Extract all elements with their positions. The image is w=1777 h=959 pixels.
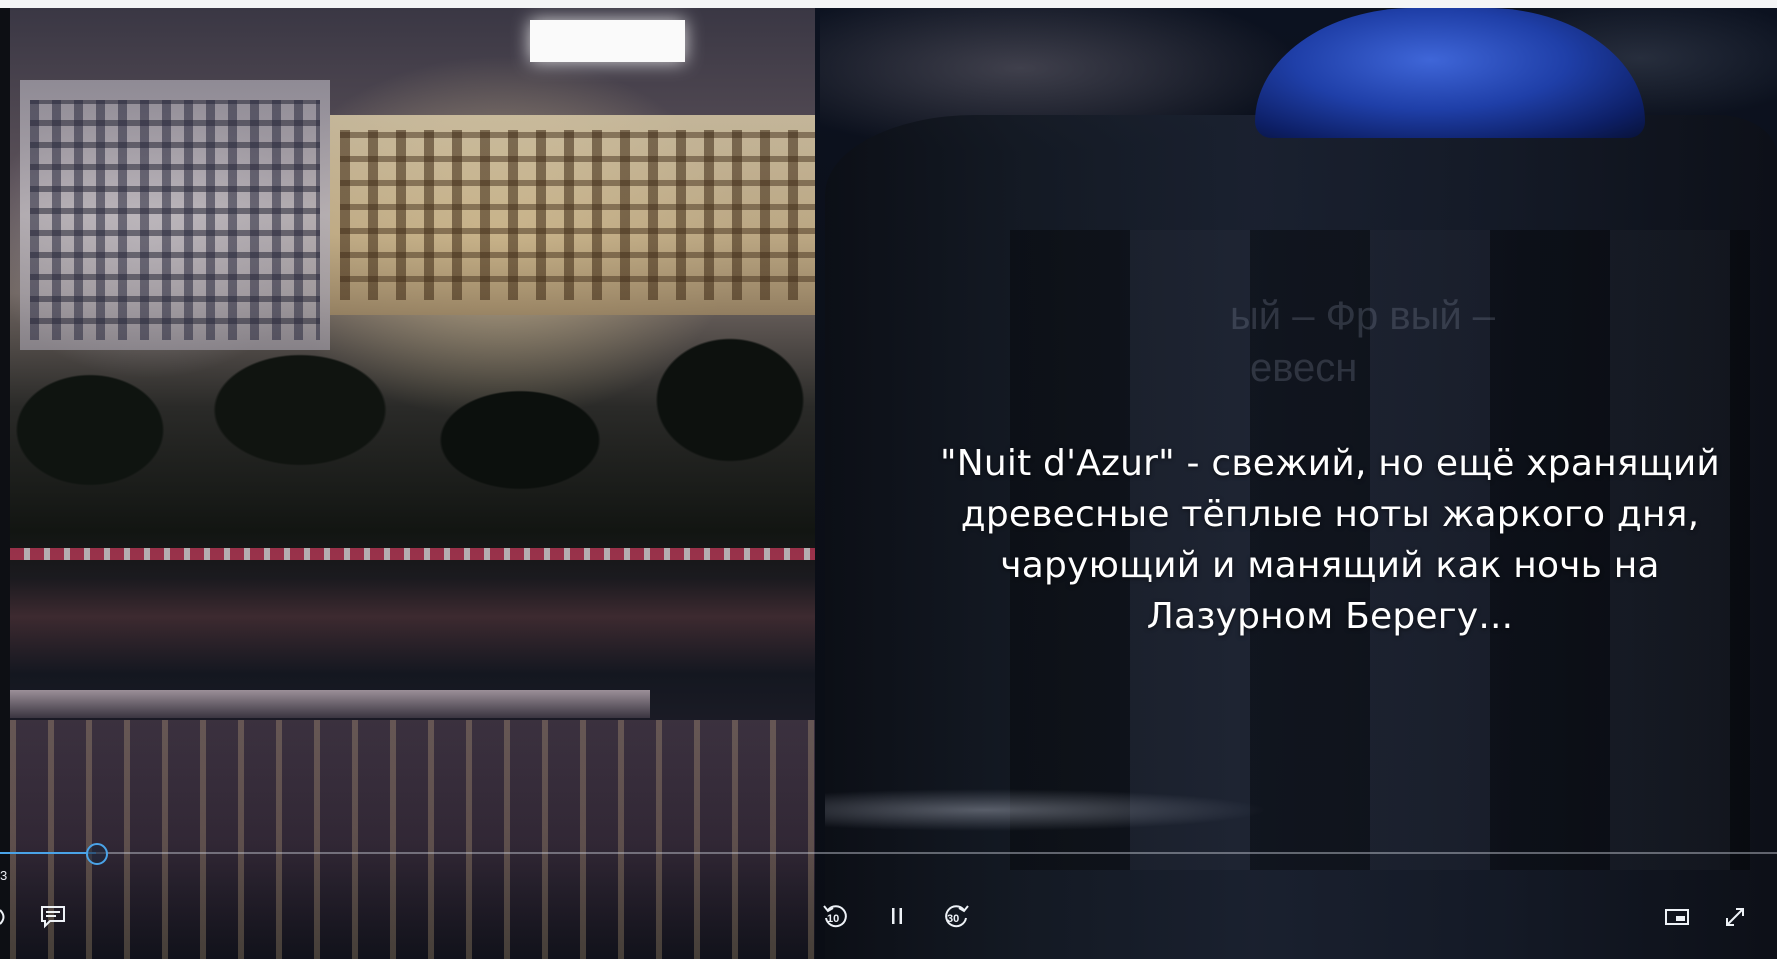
faded-background-text: ый – Фр вый – евесн: [830, 290, 1630, 394]
hotel-windows: [340, 130, 830, 300]
skip-forward-button[interactable]: 30: [938, 898, 974, 934]
fullscreen-icon: [1723, 905, 1747, 929]
building-windows: [30, 100, 320, 340]
window-left-edge: [0, 8, 10, 959]
rooftop-sign: [530, 20, 685, 62]
slide-caption: "Nuit d'Azur" - свежий, но ещё хранящий …: [939, 443, 1721, 637]
skip-back-button[interactable]: 10: [818, 898, 854, 934]
faded-text-line: евесн: [1250, 346, 1358, 390]
seek-bar[interactable]: [0, 852, 1777, 854]
pause-icon: [889, 906, 905, 926]
skip-back-seconds: 10: [827, 913, 840, 925]
mini-view-icon: [1664, 907, 1690, 927]
palm-trees: [10, 320, 822, 550]
video-player[interactable]: ый – Фр вый – евесн "Nuit d'Azur" - свеж…: [0, 0, 1777, 959]
water-reflections: [10, 720, 822, 959]
fullscreen-button[interactable]: [1718, 900, 1752, 934]
pause-button[interactable]: [880, 898, 914, 934]
captions-button[interactable]: [36, 900, 70, 934]
window-top-edge: [0, 0, 1777, 8]
mini-view-button[interactable]: [1660, 900, 1694, 934]
promenade-lights: [10, 548, 822, 560]
skip-forward-seconds: 30: [947, 913, 960, 925]
beach-pier: [10, 690, 650, 718]
light-streak: [825, 760, 1777, 850]
seek-progress: [0, 852, 96, 854]
faded-text-line: ый – Фр вый –: [1230, 294, 1496, 338]
volume-icon[interactable]: [0, 902, 8, 932]
captions-icon: [40, 905, 66, 929]
seek-thumb[interactable]: [86, 843, 108, 865]
elapsed-time: 3: [0, 868, 8, 883]
